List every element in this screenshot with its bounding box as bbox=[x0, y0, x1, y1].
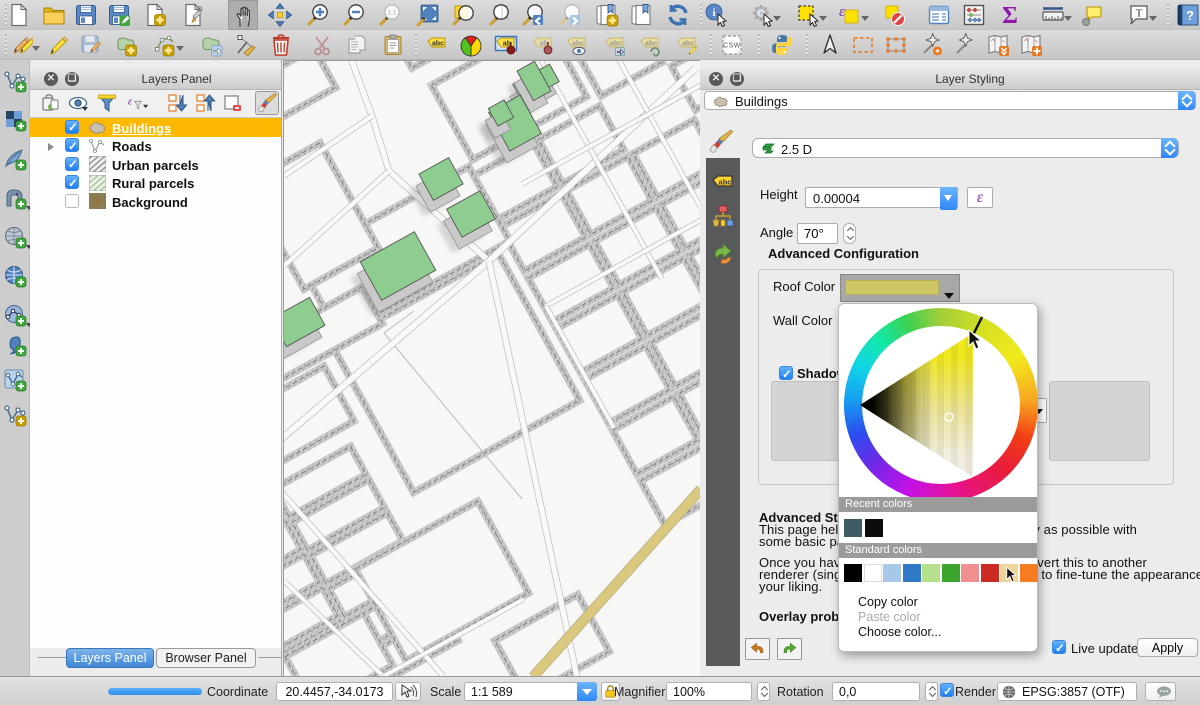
svg-text:ε: ε bbox=[839, 4, 845, 20]
svg-text:abc: abc bbox=[719, 178, 732, 187]
svg-text:T: T bbox=[1136, 8, 1143, 20]
svg-text:1:1: 1:1 bbox=[387, 10, 396, 17]
svg-text:abc: abc bbox=[572, 41, 584, 48]
svg-text:abc: abc bbox=[432, 41, 444, 48]
svg-text:CSW: CSW bbox=[723, 43, 741, 50]
svg-text:Σ: Σ bbox=[1002, 3, 1018, 27]
svg-text:ε: ε bbox=[128, 96, 133, 108]
svg-text:abc: abc bbox=[682, 41, 694, 48]
svg-text:i: i bbox=[712, 7, 715, 19]
svg-text:?: ? bbox=[1186, 8, 1194, 23]
svg-text:abc: abc bbox=[610, 41, 622, 48]
svg-text:abc: abc bbox=[645, 41, 657, 48]
